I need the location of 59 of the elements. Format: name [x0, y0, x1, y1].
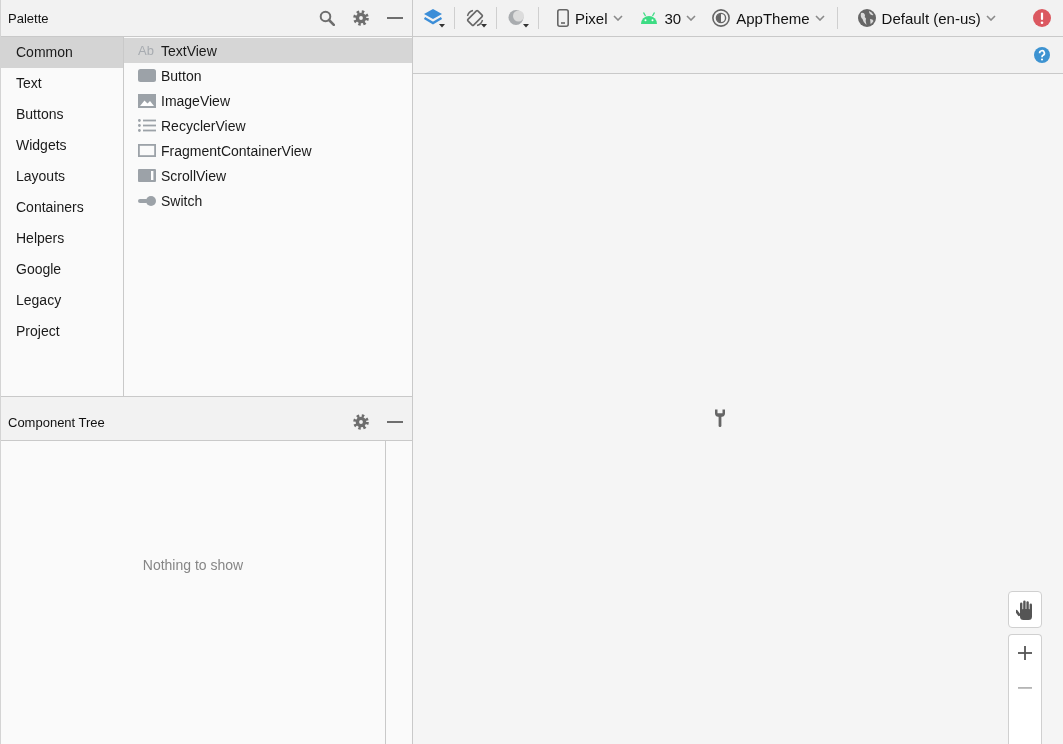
plus-icon — [1018, 645, 1032, 660]
minimize-icon — [387, 17, 403, 19]
locale-dropdown[interactable]: Default (en-us) — [853, 4, 1000, 32]
widget-label: RecyclerView — [161, 117, 246, 134]
image-icon — [138, 93, 156, 108]
widget-label: Switch — [161, 192, 203, 209]
category-item[interactable]: Layouts — [1, 161, 123, 192]
rotate-icon — [465, 8, 487, 28]
night-mode-icon — [507, 8, 529, 28]
widget-item[interactable]: ScrollView — [124, 163, 412, 188]
minimize-icon — [387, 421, 403, 423]
category-item[interactable]: Text — [1, 68, 123, 99]
widget-item[interactable]: RecyclerView — [124, 113, 412, 138]
error-icon — [1033, 9, 1051, 27]
caret-icon — [686, 15, 697, 21]
api-dropdown[interactable]: 30 — [634, 4, 701, 32]
caret-icon — [814, 15, 825, 21]
category-item[interactable]: Widgets — [1, 130, 123, 161]
widget-label: ImageView — [161, 92, 230, 109]
widget-item[interactable]: Button — [124, 63, 412, 88]
switch-icon — [138, 195, 156, 206]
theme-icon — [712, 9, 731, 27]
scroll-icon — [138, 169, 156, 182]
category-item[interactable]: Helpers — [1, 223, 123, 254]
settings-icon — [353, 414, 369, 430]
category-item[interactable]: Common — [1, 37, 123, 68]
list-icon — [138, 119, 156, 132]
component-tree-title: Component Tree — [8, 414, 105, 430]
minus-icon — [1018, 686, 1032, 689]
palette-title: Palette — [8, 10, 49, 26]
android-icon — [638, 12, 659, 24]
help-icon — [1034, 47, 1050, 63]
hand-icon — [1016, 599, 1034, 620]
widget-label: TextView — [161, 42, 217, 59]
category-item[interactable]: Buttons — [1, 99, 123, 130]
wrench-icon — [714, 409, 726, 427]
widget-item[interactable]: FragmentContainerView — [124, 138, 412, 163]
empty-message: Nothing to show — [142, 556, 244, 573]
theme-dropdown[interactable]: AppTheme — [708, 4, 829, 32]
device-dropdown[interactable]: Pixel — [553, 4, 627, 32]
caret-icon — [612, 15, 623, 21]
widget-item[interactable]: ImageView — [124, 88, 412, 113]
caret-icon — [985, 15, 996, 21]
category-item[interactable]: Project — [1, 316, 123, 347]
layers-icon — [423, 8, 445, 28]
category-item[interactable]: Legacy — [1, 285, 123, 316]
globe-icon — [857, 9, 876, 27]
widget-item[interactable]: Switch — [124, 188, 412, 213]
widget-label: Button — [161, 67, 202, 84]
pan-button[interactable] — [1008, 591, 1042, 628]
frame-icon — [138, 144, 156, 157]
button-icon — [138, 69, 156, 82]
settings-icon — [353, 10, 369, 26]
search-icon — [319, 10, 335, 26]
category-item[interactable]: Google — [1, 254, 123, 285]
category-item[interactable]: Containers — [1, 192, 123, 223]
phone-icon — [557, 9, 569, 27]
widget-label: FragmentContainerView — [161, 142, 312, 159]
widget-label: ScrollView — [161, 167, 227, 184]
